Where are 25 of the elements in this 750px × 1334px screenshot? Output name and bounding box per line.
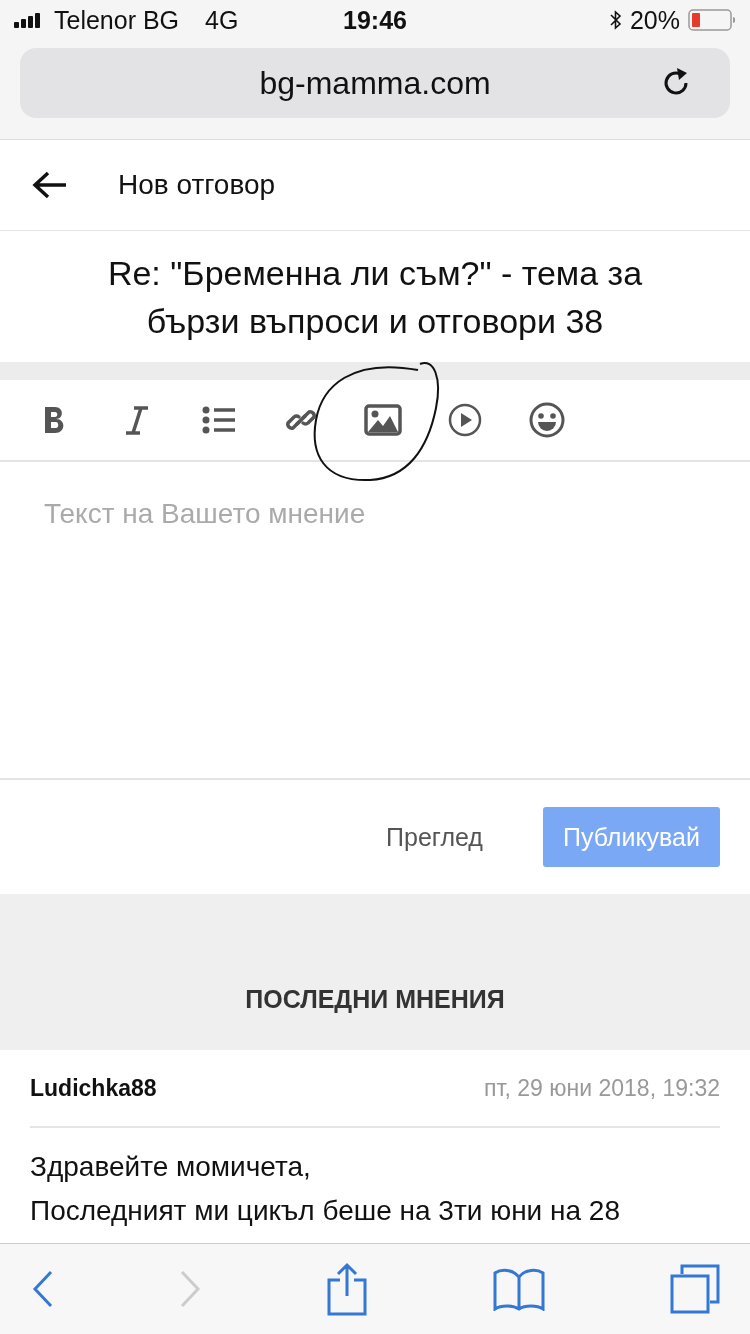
carrier-name: Telenor BG <box>54 5 180 35</box>
topic-title: Re: "Бременна ли съм?" - тема за бързи въпроси и отговори 38 <box>106 252 644 342</box>
bookmarks-icon[interactable] <box>493 1267 545 1311</box>
back-icon[interactable] <box>32 1270 54 1308</box>
page-title: Нов отговор <box>118 169 276 201</box>
post-date: пт, 29 юни 2018, 19:32 <box>484 1074 720 1102</box>
network-type: 4G <box>205 5 239 35</box>
image-icon <box>364 404 402 436</box>
post-text: Последният ми цикъл беше на 3ти юни на 28 <box>30 1194 621 1228</box>
address-bar[interactable]: bg-mamma.com <box>20 48 730 118</box>
smiley-icon <box>529 402 565 438</box>
bluetooth-icon <box>609 10 622 30</box>
play-icon <box>448 403 482 437</box>
clock: 19:46 <box>343 5 407 35</box>
section-heading: ПОСЛЕДНИ МНЕНИЯ <box>245 985 505 1014</box>
share-icon[interactable] <box>326 1262 368 1316</box>
battery-icon <box>688 9 736 31</box>
list-icon <box>202 405 236 435</box>
preview-button[interactable]: Преглед <box>366 807 503 867</box>
post-author[interactable]: Ludichka88 <box>30 1074 157 1102</box>
tabs-icon[interactable] <box>670 1264 720 1314</box>
post-text: Здравейте момичета, <box>30 1150 312 1184</box>
back-arrow-icon[interactable] <box>32 170 68 200</box>
italic-icon <box>124 405 150 435</box>
battery-percent: 20% <box>629 5 680 35</box>
